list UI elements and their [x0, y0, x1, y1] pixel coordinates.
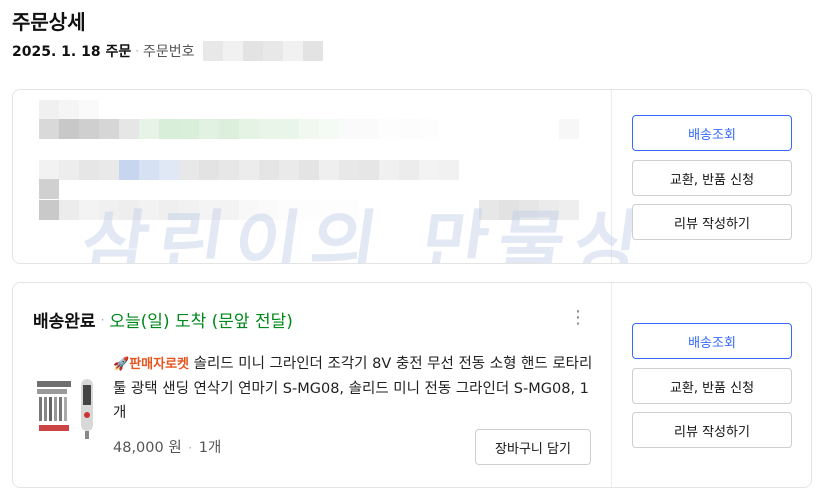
delivery-status: 배송완료: [33, 312, 96, 332]
redacted-status: [39, 100, 99, 120]
separator-dot: ·: [100, 312, 105, 327]
track-shipment-button[interactable]: 배송조회: [632, 115, 792, 151]
order-number-redacted: [202, 41, 323, 61]
redacted-thumb-a: [39, 179, 59, 199]
arrival-info: 오늘(일) 도착 (문앞 전달): [109, 312, 293, 332]
track-shipment-button[interactable]: 배송조회: [632, 323, 792, 359]
exchange-return-button[interactable]: 교환, 반품 신청: [632, 160, 792, 196]
watermark: 삼린이의 만물상: [76, 202, 657, 264]
product-title[interactable]: 🚀판매자로켓 솔리드 미니 그라인더 조각기 8V 충전 무선 전동 소형 핸드…: [113, 352, 593, 425]
redacted-line-3: [39, 200, 579, 220]
page-title: 주문상세: [12, 10, 86, 34]
write-review-button[interactable]: 리뷰 작성하기: [632, 204, 792, 240]
grinder-kit-image: [35, 375, 101, 441]
product-price: 48,000 원: [113, 440, 182, 456]
rocket-icon: 🚀: [113, 357, 130, 372]
price-line: 48,000 원 · 1개: [113, 436, 221, 457]
separator-dot: ·: [188, 441, 193, 455]
product-quantity: 1개: [198, 440, 222, 456]
order-card-1: 삼린이의 만물상 배송조회 교환, 반품 신청 리뷰 작성하기: [12, 89, 812, 264]
order-info: 2025. 1. 18 주문 · 주문번호: [12, 41, 323, 61]
more-vertical-icon[interactable]: ⋮: [569, 307, 587, 329]
card-divider: [611, 283, 612, 487]
order-number-label: 주문번호: [143, 44, 195, 60]
order-card-2: 배송완료 · 오늘(일) 도착 (문앞 전달) ⋮ 🚀판매자로켓 솔리드 미니 …: [12, 282, 812, 488]
delivery-status-line: 배송완료 · 오늘(일) 도착 (문앞 전달): [33, 307, 293, 332]
product-thumbnail[interactable]: [35, 375, 101, 441]
separator-dot: ·: [135, 44, 140, 58]
card-divider: [611, 90, 612, 263]
redacted-line-2: [39, 160, 459, 180]
redacted-line-1: [39, 119, 579, 139]
order-date: 2025. 1. 18 주문: [12, 44, 132, 60]
exchange-return-button[interactable]: 교환, 반품 신청: [632, 368, 792, 404]
write-review-button[interactable]: 리뷰 작성하기: [632, 412, 792, 448]
seller-rocket-badge: 판매자로켓: [129, 357, 189, 372]
add-to-cart-button[interactable]: 장바구니 담기: [475, 429, 591, 465]
